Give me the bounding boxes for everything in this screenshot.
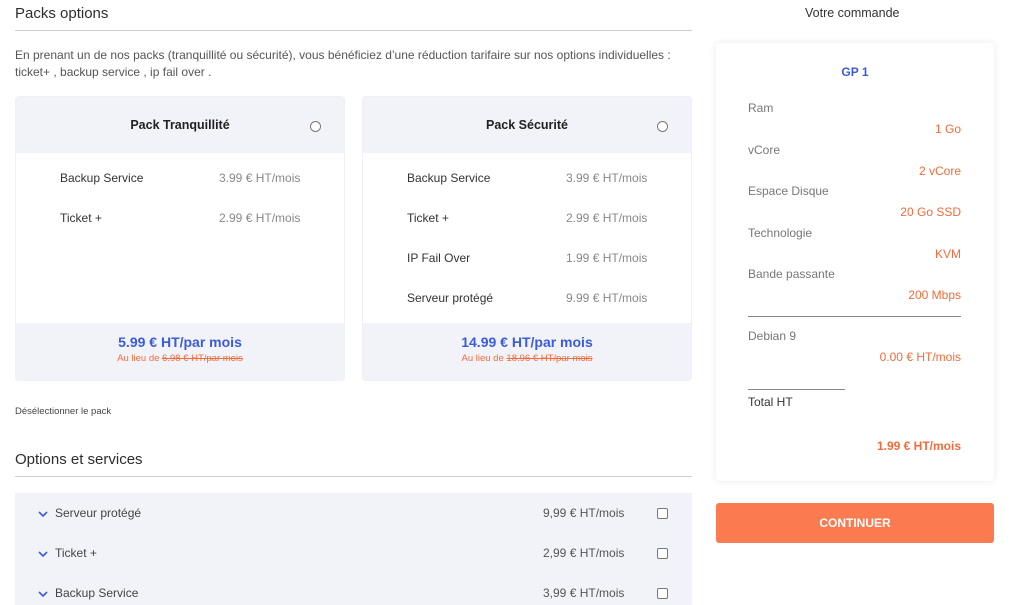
option-price: 2,99 € HT/mois: [543, 546, 625, 560]
chevron-down-icon[interactable]: [37, 508, 49, 520]
chevron-down-icon[interactable]: [37, 548, 49, 560]
old-price-prefix: Au lieu de: [117, 353, 163, 364]
option-price: 9,99 € HT/mois: [543, 506, 625, 520]
packs-intro-text: En prenant un de nos packs (tranquillité…: [15, 48, 671, 79]
pack-item: Ticket + 2.99 € HT/mois: [363, 211, 691, 231]
pack-securite-radio[interactable]: [657, 121, 668, 132]
order-title: Votre commande: [805, 6, 900, 20]
option-name: Backup Service: [55, 586, 139, 600]
spec-value-disk: 20 Go SSD: [900, 205, 961, 219]
pack-item-name: IP Fail Over: [407, 251, 471, 265]
option-row-backup-service[interactable]: Backup Service 3,99 € HT/mois: [15, 586, 692, 605]
pack-price: 5.99 € HT/par mois: [118, 334, 242, 350]
pack-header: Pack Tranquillité: [16, 97, 344, 153]
option-name: Ticket +: [55, 546, 97, 560]
pack-item-price: 2.99 € HT/mois: [566, 211, 648, 225]
spec-label-bandwidth: Bande passante: [748, 267, 835, 281]
pack-price: 14.99 € HT/par mois: [461, 334, 593, 350]
options-section-divider: [15, 476, 692, 477]
continue-button[interactable]: CONTINUER: [716, 503, 994, 543]
total-value: 1.99 € HT/mois: [876, 439, 961, 453]
total-divider: [748, 389, 845, 390]
order-summary-card: GP 1 Ram 1 Go vCore 2 vCore Espace Disqu…: [716, 43, 994, 481]
deselect-pack-link[interactable]: Désélectionner le pack: [15, 406, 111, 417]
old-price-strikethrough: 6.98 € HT/par mois: [162, 353, 243, 364]
order-divider: [748, 316, 961, 317]
packs-section-divider: [15, 30, 692, 31]
pack-item-name: Serveur protégé: [407, 291, 494, 305]
pack-item-name: Ticket +: [60, 211, 102, 225]
pack-items-list: Backup Service 3.99 € HT/mois Ticket + 2…: [16, 153, 344, 325]
total-label: Total HT: [748, 395, 793, 409]
options-section-title: Options et services: [15, 451, 143, 468]
old-price-prefix: Au lieu de: [461, 353, 507, 364]
pack-item-price: 9.99 € HT/mois: [566, 291, 648, 305]
pack-title: Pack Sécurité: [486, 118, 568, 132]
spec-label-ram: Ram: [748, 101, 774, 115]
pack-item: IP Fail Over 1.99 € HT/mois: [363, 251, 691, 271]
pack-items-list: Backup Service 3.99 € HT/mois Ticket + 2…: [363, 153, 691, 325]
old-price-strikethrough: 18.96 € HT/par mois: [506, 353, 593, 364]
pack-item-price: 3.99 € HT/mois: [219, 171, 301, 185]
option-name: Serveur protégé: [55, 506, 142, 520]
option-checkbox[interactable]: [657, 588, 668, 599]
pack-item: Backup Service 3.99 € HT/mois: [363, 171, 691, 191]
pack-header: Pack Sécurité: [363, 97, 691, 153]
pack-item-price: 1.99 € HT/mois: [566, 251, 648, 265]
os-label: Debian 9: [748, 329, 797, 343]
packs-section-title: Packs options: [15, 5, 109, 22]
pack-item: Ticket + 2.99 € HT/mois: [16, 211, 344, 231]
spec-label-disk: Espace Disque: [748, 184, 829, 198]
pack-old-price: Au lieu de 18.96 € HT/par mois: [363, 353, 691, 364]
option-checkbox[interactable]: [657, 508, 668, 519]
option-price: 3,99 € HT/mois: [543, 586, 625, 600]
pack-item-name: Backup Service: [407, 171, 491, 185]
pack-item: Backup Service 3.99 € HT/mois: [16, 171, 344, 191]
spec-label-technology: Technologie: [748, 226, 813, 240]
order-product-name: GP 1: [841, 65, 869, 79]
pack-card-tranquillite[interactable]: Pack Tranquillité Backup Service 3.99 € …: [15, 96, 345, 381]
pack-footer: 14.99 € HT/par mois Au lieu de 18.96 € H…: [363, 323, 691, 380]
chevron-down-icon[interactable]: [37, 588, 49, 600]
pack-tranquillite-radio[interactable]: [310, 121, 321, 132]
pack-item-price: 2.99 € HT/mois: [219, 211, 301, 225]
option-row-ticket[interactable]: Ticket + 2,99 € HT/mois: [15, 546, 692, 566]
pack-old-price: Au lieu de 6.98 € HT/par mois: [16, 353, 344, 364]
option-row-serveur-protege[interactable]: Serveur protégé 9,99 € HT/mois: [15, 506, 692, 526]
pack-item-name: Backup Service: [60, 171, 144, 185]
pack-footer: 5.99 € HT/par mois Au lieu de 6.98 € HT/…: [16, 323, 344, 380]
option-checkbox[interactable]: [657, 548, 668, 559]
spec-value-bandwidth: 200 Mbps: [908, 288, 961, 302]
pack-item-price: 3.99 € HT/mois: [566, 171, 648, 185]
pack-item-name: Ticket +: [407, 211, 449, 225]
spec-label-vcore: vCore: [748, 143, 781, 157]
pack-card-securite[interactable]: Pack Sécurité Backup Service 3.99 € HT/m…: [362, 96, 692, 381]
spec-value-ram: 1 Go: [934, 122, 961, 136]
spec-value-vcore: 2 vCore: [918, 164, 961, 178]
os-value: 0.00 € HT/mois: [879, 350, 961, 364]
options-list: Serveur protégé 9,99 € HT/mois Ticket + …: [15, 493, 692, 605]
pack-item: Serveur protégé 9.99 € HT/mois: [363, 291, 691, 311]
spec-value-technology: KVM: [934, 247, 961, 261]
pack-title: Pack Tranquillité: [130, 118, 230, 132]
